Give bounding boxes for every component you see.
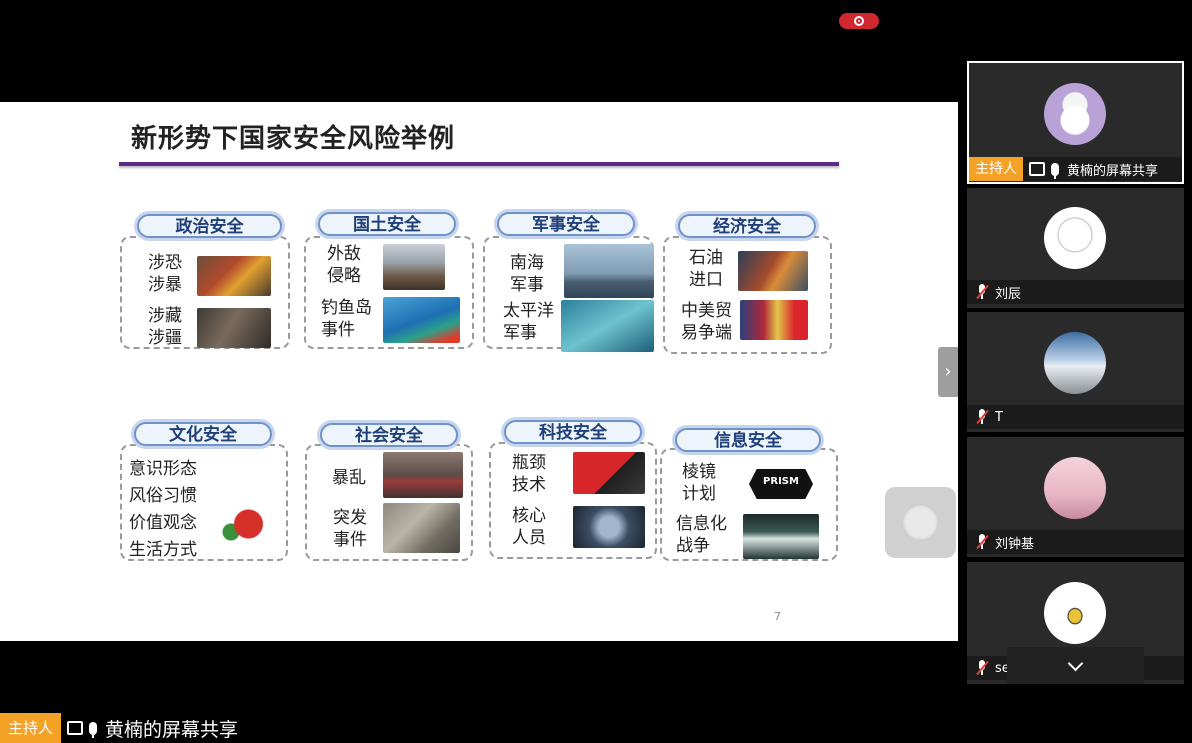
item-label: 意识形态 风俗习惯 价值观念 生活方式 <box>129 459 197 560</box>
floating-assistive-button[interactable] <box>885 487 956 558</box>
item-label: 涉恐 涉暴 <box>148 253 182 295</box>
item-label: 南海 军事 <box>510 253 544 295</box>
collapse-participants-button[interactable] <box>1007 647 1144 684</box>
participant-name: T <box>995 409 1003 425</box>
item-label: 石油 进口 <box>689 248 723 290</box>
mic-muted-icon <box>975 660 989 676</box>
slide-title: 新形势下国家安全风险举例 <box>131 124 456 154</box>
card-heading: 经济安全 <box>678 214 816 238</box>
participant-tile[interactable]: T <box>967 312 1184 432</box>
trade-war-photo <box>740 300 808 340</box>
item-label: 钓鱼岛 事件 <box>321 298 372 340</box>
card-heading: 政治安全 <box>137 214 282 238</box>
navy-photo <box>561 300 654 352</box>
sharer-label: 黄楠的屏幕共享 <box>105 718 239 741</box>
terror-photo <box>197 256 271 296</box>
participant-tile-host[interactable]: 主持人 黄楠的屏幕共享 <box>967 61 1184 184</box>
card-heading: 军事安全 <box>497 212 635 236</box>
host-badge: 主持人 <box>0 713 62 743</box>
next-page-arrow[interactable]: › <box>938 347 958 397</box>
earthquake-photo <box>383 503 460 553</box>
invasion-photo <box>383 244 445 290</box>
item-label: 外敌 侵略 <box>327 244 361 286</box>
chip-photo <box>573 452 645 494</box>
participant-namebar: 刘辰 <box>967 280 1184 304</box>
mic-muted-icon <box>975 534 989 550</box>
screen-share-icon <box>1029 162 1045 176</box>
engine-photo <box>573 506 645 548</box>
avatar <box>1044 207 1106 269</box>
record-icon <box>854 16 864 26</box>
item-label: 信息化 战争 <box>676 514 727 556</box>
participant-namebar: 主持人 黄楠的屏幕共享 <box>969 157 1182 181</box>
card-heading: 文化安全 <box>134 422 272 446</box>
participant-namebar: T <box>967 405 1184 429</box>
card-heading: 科技安全 <box>504 420 642 444</box>
prism-text: PRISM <box>763 476 799 487</box>
culture-china-art <box>210 452 280 552</box>
participant-name: 刘辰 <box>995 286 1022 302</box>
item-label: 瓶颈 技术 <box>512 453 546 495</box>
mic-icon <box>1051 162 1059 179</box>
mic-muted-icon <box>975 284 989 300</box>
participant-namebar: 刘钟基 <box>967 530 1184 554</box>
item-label: 中美贸 易争端 <box>681 301 732 343</box>
card-heading: 社会安全 <box>320 423 458 447</box>
prism-logo: PRISM <box>745 465 817 503</box>
participant-name: 刘钟基 <box>995 536 1035 552</box>
page-number: 7 <box>774 610 781 623</box>
riot-photo <box>197 308 271 348</box>
participant-tile[interactable]: 刘钟基 <box>967 437 1184 557</box>
avatar <box>1044 457 1106 519</box>
host-badge: 主持人 <box>969 157 1023 181</box>
warship-photo <box>564 244 654 298</box>
screen-share-icon <box>67 721 84 735</box>
item-label: 核心 人员 <box>512 506 546 548</box>
recording-indicator[interactable] <box>839 13 879 29</box>
card-heading: 信息安全 <box>675 428 821 452</box>
avatar <box>1044 83 1106 145</box>
sharing-status-bar: 主持人 黄楠的屏幕共享 <box>0 713 238 743</box>
riot-crowd-photo <box>383 452 463 498</box>
title-underline <box>119 162 839 166</box>
shared-screen-slide: 新形势下国家安全风险举例 政治安全 涉恐 涉暴 涉藏 涉疆 国土安全 外敌 侵略… <box>0 102 958 641</box>
avatar <box>1044 582 1106 644</box>
item-label: 涉藏 涉疆 <box>148 306 182 348</box>
item-label: 突发 事件 <box>333 508 367 550</box>
card-heading: 国土安全 <box>318 212 456 236</box>
participant-tile[interactable]: 刘辰 <box>967 188 1184 308</box>
oil-import-photo <box>738 251 808 291</box>
cyber-room-photo <box>743 514 819 559</box>
diaoyu-island-photo <box>383 297 460 343</box>
chevron-down-icon <box>1067 655 1084 671</box>
item-label: 棱镜 计划 <box>682 462 716 504</box>
item-label: 暴乱 <box>332 468 366 488</box>
mic-muted-icon <box>975 409 989 425</box>
participant-name: 黄楠的屏幕共享 <box>1067 163 1159 179</box>
item-label: 太平洋 军事 <box>503 301 554 343</box>
mic-icon <box>89 721 98 738</box>
avatar <box>1044 332 1106 394</box>
